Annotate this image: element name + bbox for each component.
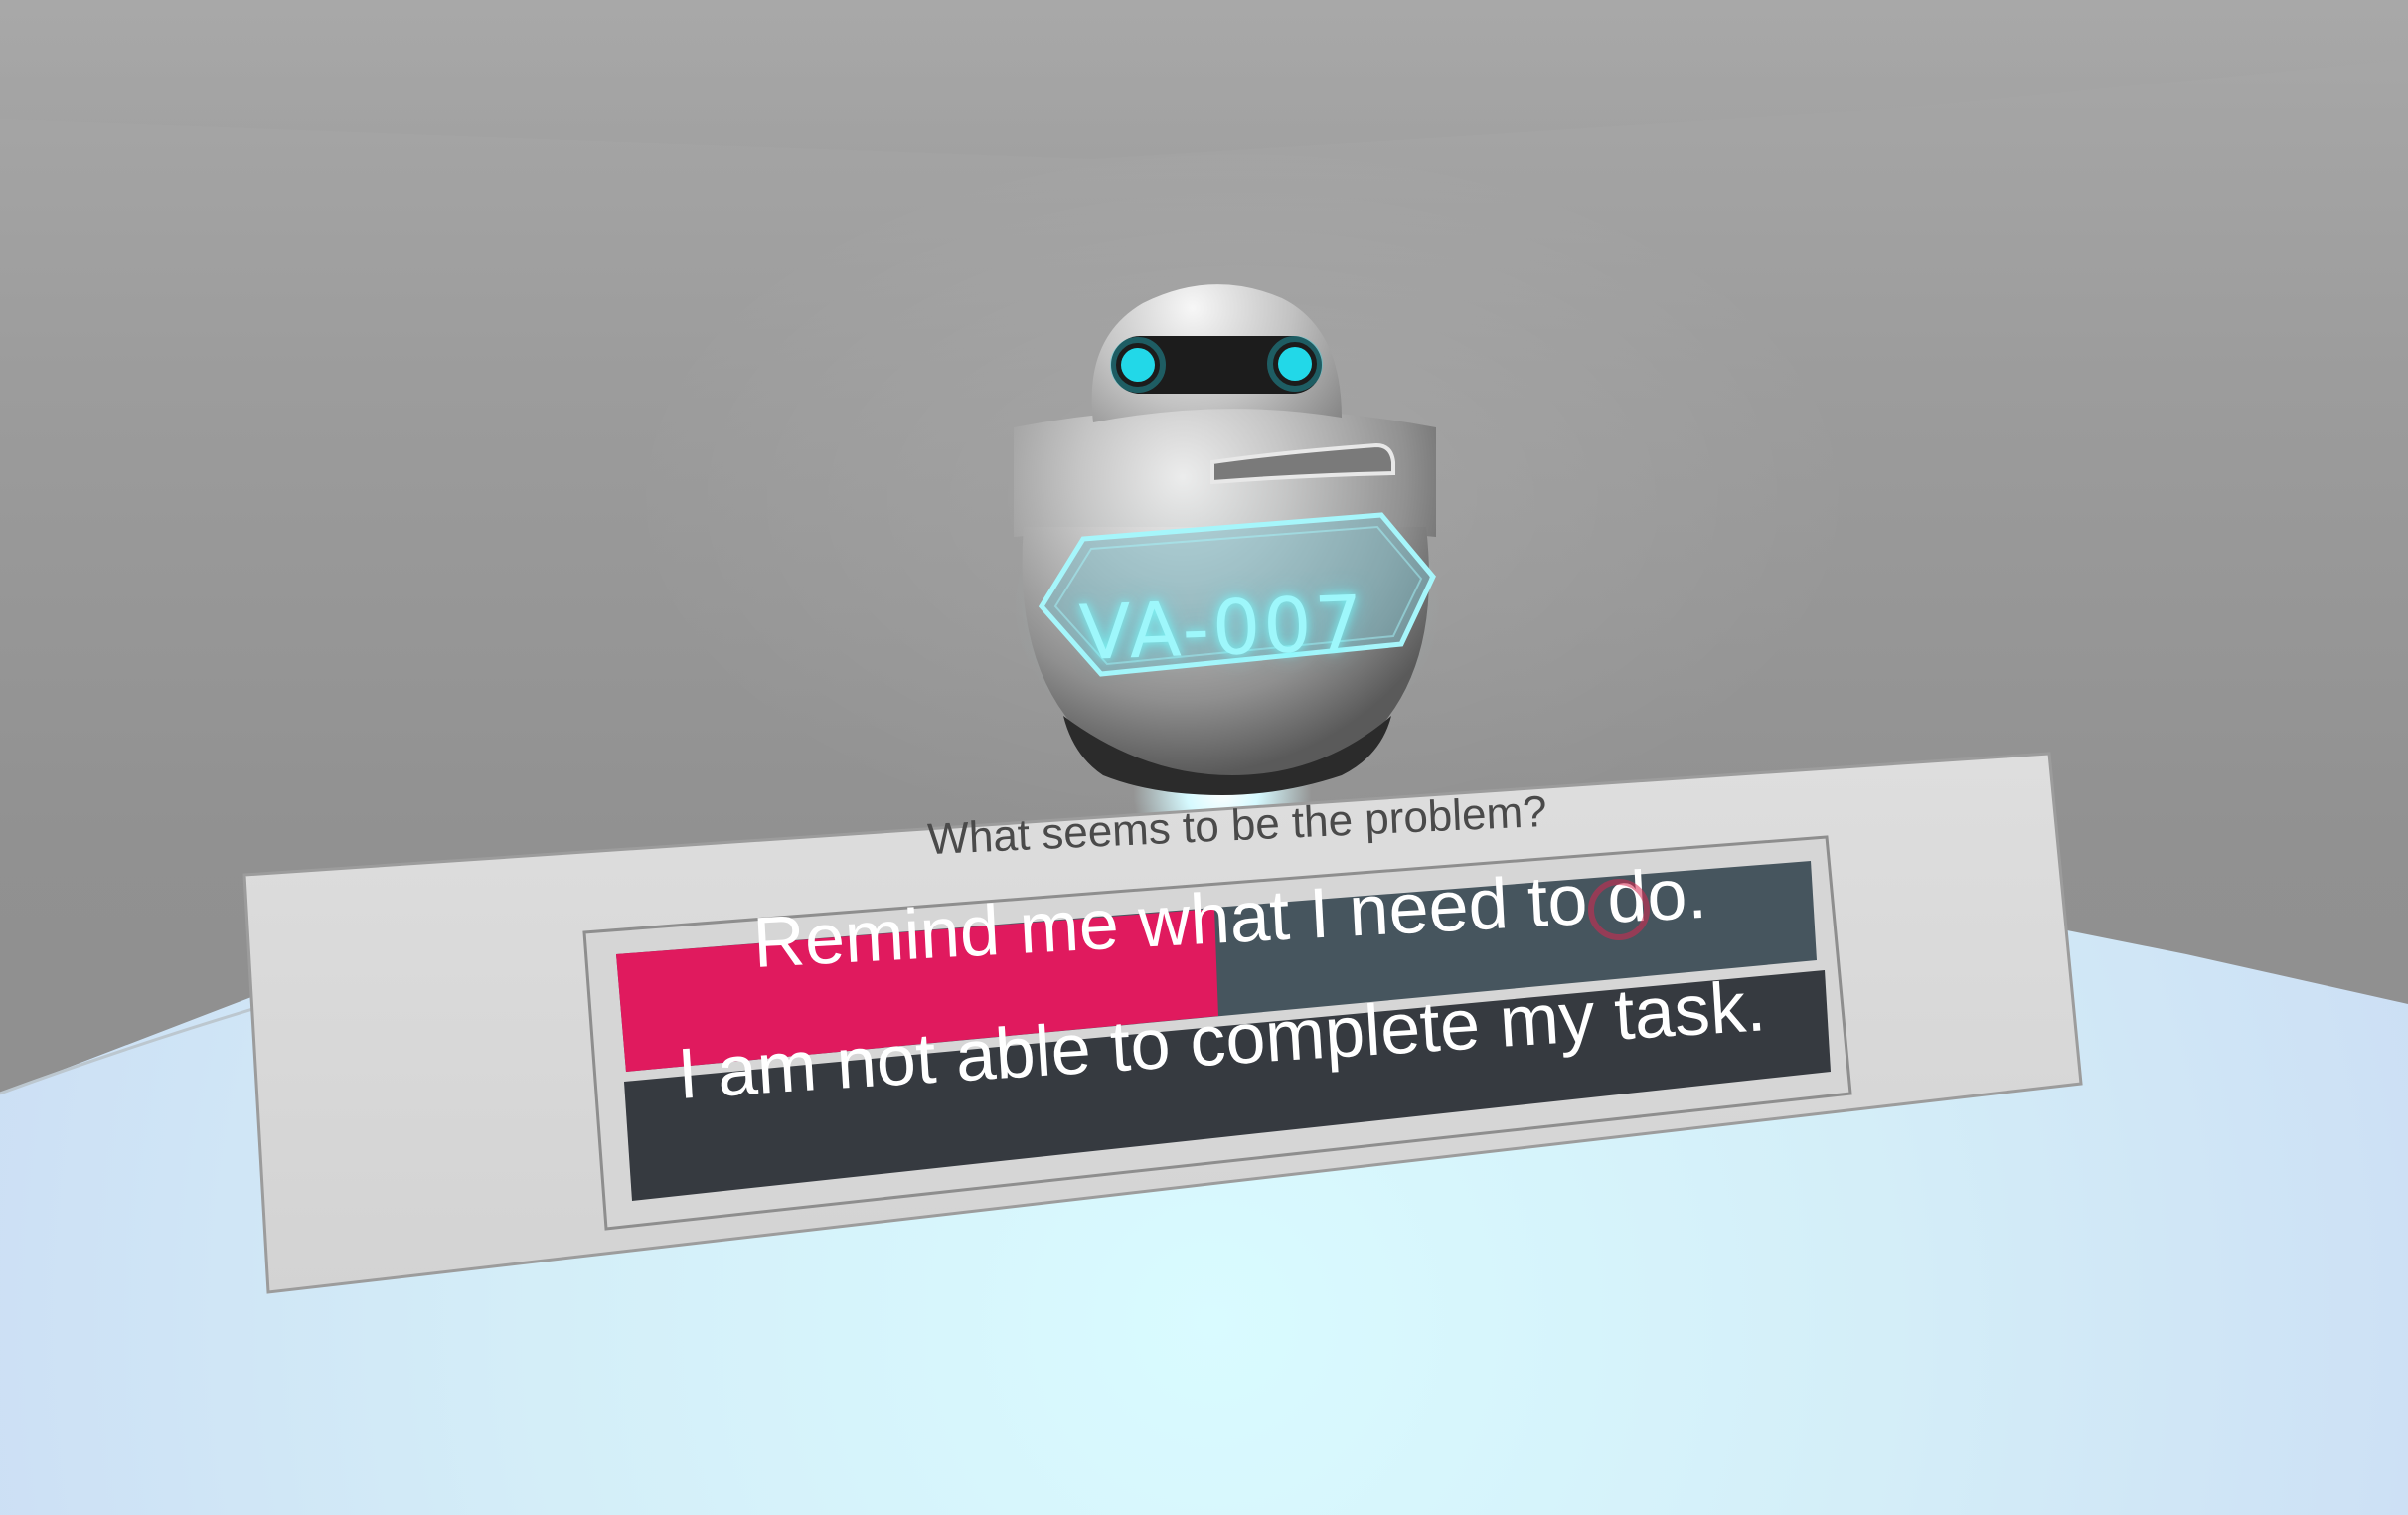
gaze-cursor-icon bbox=[1588, 879, 1650, 940]
robot-name-label: VA-007 bbox=[1077, 579, 1367, 677]
robot-left-eye-icon bbox=[1121, 348, 1155, 382]
ceiling bbox=[0, 0, 2408, 159]
vr-scene: VA-007 What seems to be the problem? Rem… bbox=[0, 0, 2408, 1515]
robot-va-007 bbox=[1014, 284, 1436, 835]
robot-right-eye-icon bbox=[1278, 347, 1312, 381]
